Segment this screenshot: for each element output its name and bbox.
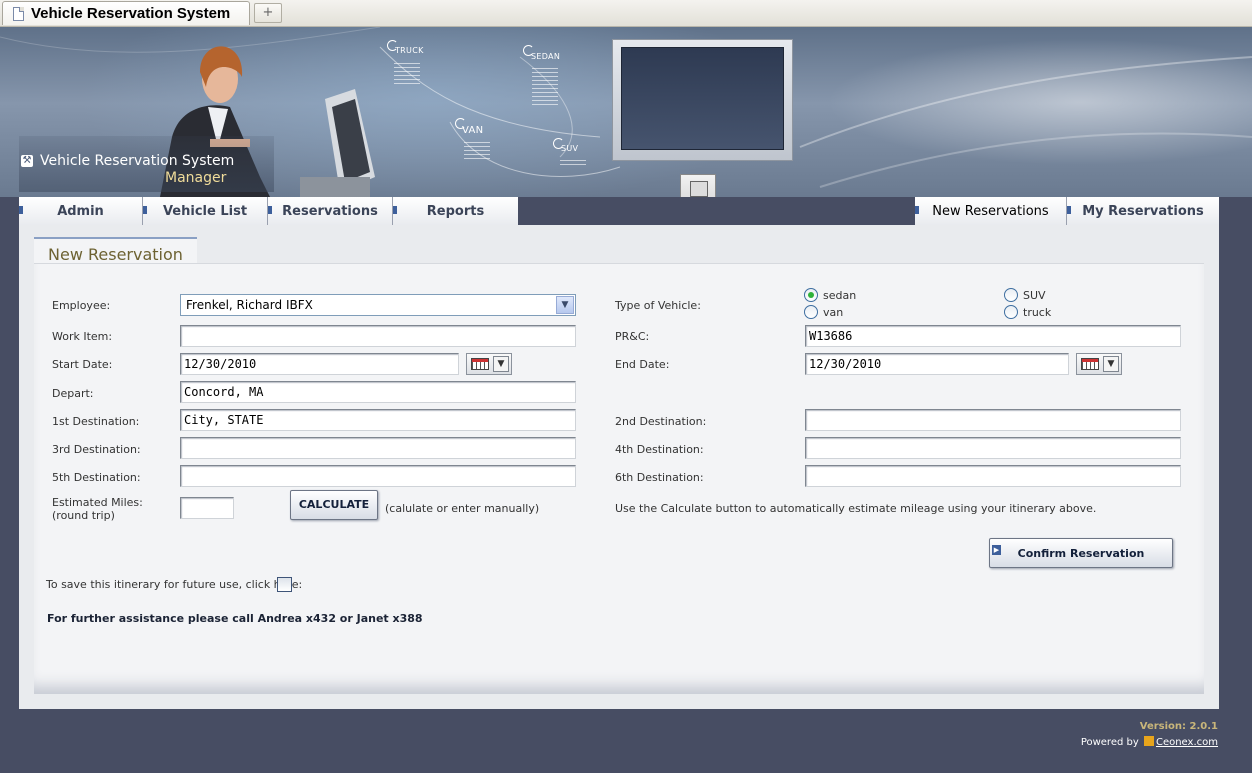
form-title: New Reservation: [48, 245, 183, 264]
nav-reservations[interactable]: Reservations: [268, 197, 393, 225]
brand-subtitle: Manager: [165, 170, 227, 186]
reservation-form: Employee: Frenkel, Richard IBFX ▼ Work I…: [34, 263, 1204, 694]
radio-truck-label: truck: [1023, 306, 1052, 319]
calendar-icon: [1081, 358, 1099, 370]
chevron-down-icon: ▼: [1103, 356, 1119, 372]
start-date-calendar-button[interactable]: ▼: [466, 353, 512, 375]
nav-admin[interactable]: Admin: [19, 197, 143, 225]
ceonex-link[interactable]: Ceonex.com: [1156, 737, 1218, 748]
dest2-input[interactable]: [805, 409, 1181, 431]
dest5-input[interactable]: [180, 465, 576, 487]
calendar-icon: [471, 358, 489, 370]
dest1-label: 1st Destination:: [52, 415, 140, 428]
confirm-reservation-button[interactable]: ▶ Confirm Reservation: [989, 538, 1173, 568]
powered-by: Powered by Ceonex.com: [1080, 736, 1218, 748]
browser-tab-strip: Vehicle Reservation System +: [0, 0, 1252, 27]
browser-tab-title: Vehicle Reservation System: [31, 5, 231, 22]
calculate-button[interactable]: CALCULATE: [290, 490, 378, 520]
radio-sedan[interactable]: [804, 288, 818, 302]
start-date-label: Start Date:: [52, 358, 113, 371]
radio-suv-label: SUV: [1023, 289, 1046, 302]
browser-tab[interactable]: Vehicle Reservation System: [2, 1, 250, 25]
radio-van-label: van: [823, 306, 844, 319]
brand-title: Vehicle Reservation System: [40, 153, 235, 169]
miles-input[interactable]: [180, 497, 234, 519]
work-item-input[interactable]: [180, 325, 576, 347]
save-itinerary-text: To save this itinerary for future use, c…: [46, 578, 303, 591]
prc-input[interactable]: W13686: [805, 325, 1181, 347]
main-nav: Admin Vehicle List Reservations Reports …: [19, 197, 1219, 226]
nav-new-reservations[interactable]: New Reservations: [915, 197, 1067, 225]
radio-van[interactable]: [804, 305, 818, 319]
prc-label: PR&C:: [615, 330, 650, 343]
start-date-input[interactable]: 12/30/2010: [180, 353, 459, 375]
nav-reports[interactable]: Reports: [393, 197, 518, 225]
dest4-label: 4th Destination:: [615, 443, 704, 456]
dest3-input[interactable]: [180, 437, 576, 459]
vehicle-label-suv: SUV: [561, 144, 579, 153]
assistance-text: For further assistance please call Andre…: [47, 612, 423, 625]
dest5-label: 5th Destination:: [52, 471, 141, 484]
dest1-input[interactable]: City, STATE: [180, 409, 576, 431]
end-date-label: End Date:: [615, 358, 670, 371]
dest6-label: 6th Destination:: [615, 471, 704, 484]
depart-label: Depart:: [52, 387, 94, 400]
version-label: Version: 2.0.1: [1139, 721, 1218, 732]
miles-label: Estimated Miles: (round trip): [52, 496, 143, 522]
vehicle-type-label: Type of Vehicle:: [615, 299, 701, 312]
depart-input[interactable]: Concord, MA: [180, 381, 576, 403]
dest3-label: 3rd Destination:: [52, 443, 141, 456]
vehicle-label-truck: TRUCK: [395, 46, 424, 55]
main-panel: New Reservation Employee: Frenkel, Richa…: [19, 225, 1219, 709]
radio-truck[interactable]: [1004, 305, 1018, 319]
ceonex-logo-icon: [1143, 736, 1154, 746]
form-tab: New Reservation: [34, 237, 197, 264]
work-item-label: Work Item:: [52, 330, 113, 343]
employee-label: Employee:: [52, 299, 111, 312]
vehicle-label-van: VAN: [462, 125, 484, 136]
calc-instructions: Use the Calculate button to automaticall…: [615, 502, 1097, 515]
radio-sedan-label: sedan: [823, 289, 857, 302]
save-itinerary-checkbox[interactable]: [277, 577, 292, 592]
dest6-input[interactable]: [805, 465, 1181, 487]
chevron-down-icon: ▼: [493, 356, 509, 372]
arrow-right-icon: ▶: [992, 545, 1001, 555]
monitor-illustration: [612, 39, 793, 161]
nav-vehicle-list[interactable]: Vehicle List: [143, 197, 268, 225]
employee-select[interactable]: Frenkel, Richard IBFX ▼: [180, 294, 576, 316]
wrench-icon: ⚒: [21, 155, 33, 167]
page-icon: [13, 6, 24, 21]
end-date-input[interactable]: 12/30/2010: [805, 353, 1069, 375]
chevron-down-icon[interactable]: ▼: [556, 296, 574, 314]
dest2-label: 2nd Destination:: [615, 415, 707, 428]
vehicle-label-sedan: SEDAN: [531, 52, 561, 61]
radio-suv[interactable]: [1004, 288, 1018, 302]
nav-my-reservations[interactable]: My Reservations: [1067, 197, 1219, 225]
new-tab-button[interactable]: +: [254, 3, 282, 23]
calculate-hint: (calulate or enter manually): [385, 502, 540, 515]
end-date-calendar-button[interactable]: ▼: [1076, 353, 1122, 375]
header-banner: TRUCK SEDAN VAN SUV ⚒ Vehicle Reservatio…: [0, 27, 1252, 197]
dest4-input[interactable]: [805, 437, 1181, 459]
kiosk-illustration: [680, 174, 716, 197]
